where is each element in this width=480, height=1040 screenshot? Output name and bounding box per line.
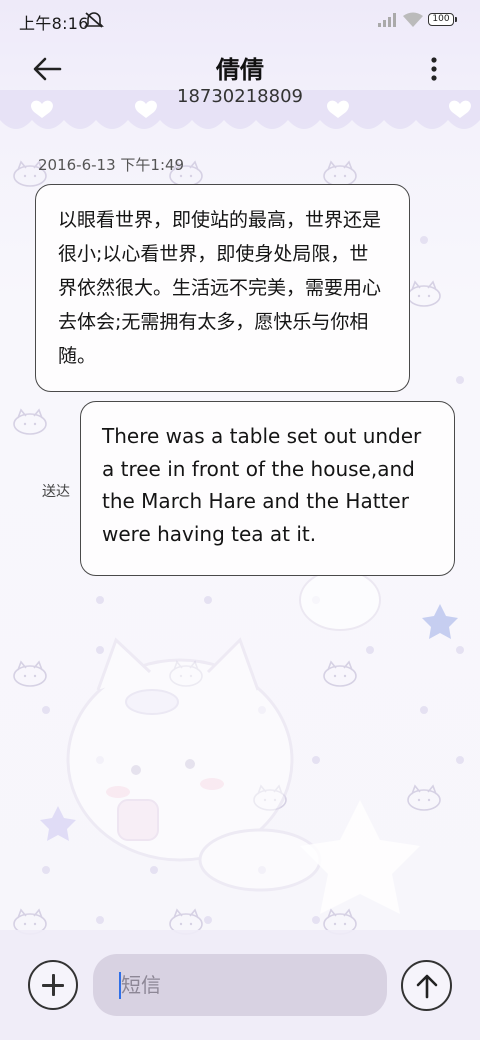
battery-icon: 100 — [428, 13, 457, 26]
message-timestamp: 2016-6-13 下午1:49 — [38, 156, 185, 174]
delivery-status: 送达 — [42, 484, 70, 500]
status-time: 上午8:16 — [19, 14, 89, 33]
contact-number: 18730218809 — [177, 86, 303, 107]
send-arrow-up-icon — [416, 974, 438, 999]
message-text: 以眼看世界，即使站的最高，世界还是很小;以心看世界，即使身处局限，世界依然很大。… — [58, 209, 382, 367]
incoming-message-bubble[interactable]: 以眼看世界，即使站的最高，世界还是很小;以心看世界，即使身处局限，世界依然很大。… — [35, 184, 410, 392]
send-button[interactable] — [401, 960, 452, 1011]
attach-button[interactable] — [28, 960, 78, 1010]
contact-name: 倩倩 — [216, 56, 264, 84]
back-button[interactable] — [30, 54, 64, 84]
more-options-button[interactable] — [422, 56, 446, 84]
more-vert-icon — [431, 57, 437, 81]
messaging-screen: 上午8:16 100 倩倩 18730218809 2016-6-13 下午1:… — [0, 0, 480, 1040]
message-input[interactable] — [93, 954, 387, 1016]
outgoing-message-bubble[interactable]: There was a table set out under a tree i… — [80, 401, 455, 576]
text-cursor — [119, 972, 121, 999]
signal-icon — [378, 12, 398, 31]
mute-icon — [84, 11, 104, 33]
status-bar: 上午8:16 100 — [0, 0, 480, 40]
message-text: There was a table set out under a tree i… — [102, 424, 422, 546]
back-arrow-icon — [33, 57, 62, 81]
wifi-icon — [402, 12, 424, 32]
